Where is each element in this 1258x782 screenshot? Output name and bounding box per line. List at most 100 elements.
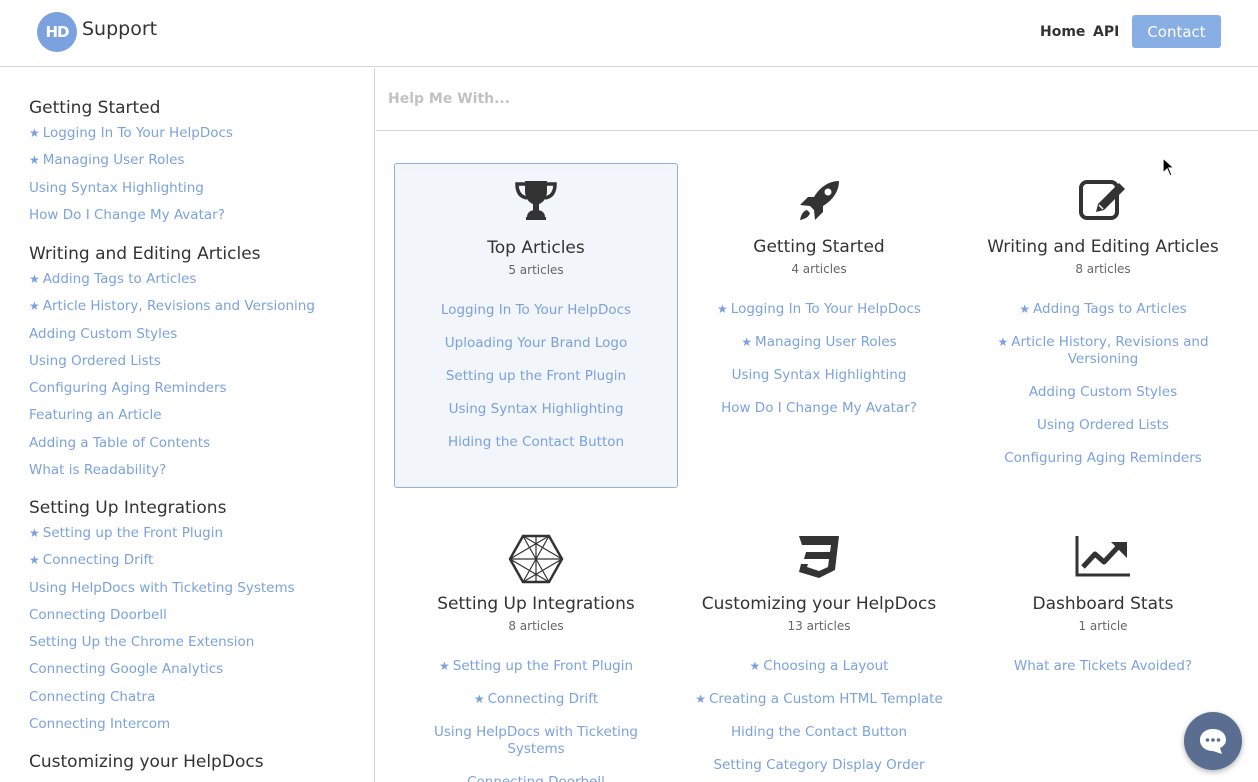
sidebar-article-link[interactable]: ★ Article History, Revisions and Versioni… — [29, 293, 359, 320]
sidebar-article-link[interactable]: Setting Up the Chrome Extension — [29, 629, 359, 656]
sidebar-article-label: Connecting Drift — [42, 552, 154, 569]
card-article-link[interactable]: ★ Logging In To Your HelpDocs — [677, 293, 961, 326]
sidebar-article-link[interactable]: Using Syntax Highlighting — [29, 175, 359, 202]
star-icon: ★ — [29, 526, 40, 540]
card-article-label: Using Syntax Highlighting — [731, 367, 907, 383]
card-article-count: 8 articles — [1075, 262, 1131, 276]
card-article-label: Uploading Your Brand Logo — [444, 335, 628, 351]
sidebar-article-link[interactable]: Adding a Table of Contents — [29, 430, 359, 457]
sidebar-article-link[interactable]: Using Ordered Lists — [29, 348, 359, 375]
card-article-link[interactable]: Logging In To Your HelpDocs — [395, 294, 677, 327]
helpdocs-logo[interactable]: HD — [37, 12, 77, 52]
card-article-label: Setting Category Display Order — [713, 757, 925, 773]
card-article-link[interactable]: ★ Choosing a Layout — [677, 650, 961, 683]
card-article-count: 13 articles — [787, 619, 851, 633]
card-title[interactable]: Customizing your HelpDocs — [677, 592, 961, 616]
card-article-link[interactable]: Using Syntax Highlighting — [677, 359, 961, 392]
contact-button[interactable]: Contact — [1132, 15, 1221, 48]
card-article-link[interactable]: ★ Adding Tags to Articles — [961, 293, 1245, 326]
card-article-link[interactable]: ★ Article History, Revisions and Versioni… — [961, 326, 1245, 376]
sidebar-section-title[interactable]: Customizing your HelpDocs — [29, 750, 359, 774]
card-article-link[interactable]: Adding Custom Styles — [961, 376, 1245, 409]
sidebar-article-link[interactable]: Connecting Google Analytics — [29, 656, 359, 683]
card-article-link[interactable]: Hiding the Contact Button — [677, 716, 961, 749]
card-article-link[interactable]: Connecting Doorbell — [394, 766, 678, 782]
card-article-link[interactable]: Uploading Your Brand Logo — [395, 327, 677, 360]
sidebar-article-link[interactable]: Configuring Aging Reminders — [29, 375, 359, 402]
brand-name[interactable]: Support — [82, 18, 157, 40]
sidebar-article-link[interactable]: What is Readability? — [29, 457, 359, 484]
card-article-link[interactable]: Using Syntax Highlighting — [395, 393, 677, 426]
category-card-dashboard-stats[interactable]: Dashboard Stats 1 article What are Tickets… — [961, 520, 1245, 683]
card-article-label: Logging In To Your HelpDocs — [730, 301, 921, 317]
nav-api-link[interactable]: API — [1093, 24, 1119, 40]
search-bar — [376, 68, 1258, 131]
card-article-label: Adding Tags to Articles — [1033, 301, 1187, 317]
star-icon: ★ — [29, 299, 40, 314]
card-article-link[interactable]: ★ Connecting Drift — [394, 683, 678, 716]
category-card-top-articles[interactable]: Top Articles 5 articles Logging In To Your… — [394, 163, 678, 488]
sidebar-section-title[interactable]: Getting Started — [29, 96, 359, 120]
sidebar-article-link[interactable]: Featuring an Article — [29, 402, 359, 429]
sidebar-article-link[interactable]: ★ Logging In To Your HelpDocs — [29, 120, 359, 147]
sidebar-section-title[interactable]: Writing and Editing Articles — [29, 242, 359, 266]
sidebar-article-label: Connecting Intercom — [29, 716, 171, 733]
card-title[interactable]: Getting Started — [677, 235, 961, 259]
category-card-getting-started[interactable]: Getting Started 4 articles ★ Logging In To … — [677, 163, 961, 425]
sidebar-article-label: Using HelpDocs with Ticketing Systems — [29, 579, 295, 596]
css3-icon — [677, 534, 961, 592]
edit-icon — [961, 177, 1245, 235]
sidebar-article-label: Using Syntax Highlighting — [29, 179, 204, 196]
card-title[interactable]: Setting Up Integrations — [394, 592, 678, 616]
card-article-link[interactable]: Hiding the Contact Button — [395, 426, 677, 459]
sidebar-article-label: Featuring an Article — [29, 407, 162, 424]
sidebar-article-link[interactable]: ★ Setting up the Front Plugin — [29, 520, 359, 547]
card-article-label: Managing User Roles — [755, 334, 897, 350]
sidebar-article-label: Article History, Revisions and Versionin… — [42, 298, 315, 315]
category-card-writing-editing[interactable]: Writing and Editing Articles 8 articles ★ A… — [961, 163, 1245, 475]
card-article-count: 4 articles — [791, 262, 847, 276]
sidebar-article-link[interactable]: ★ Connecting Drift — [29, 547, 359, 574]
sidebar-article-label: Using Ordered Lists — [29, 352, 161, 369]
sidebar-article-link[interactable]: Connecting Intercom — [29, 711, 359, 738]
card-article-link[interactable]: Configuring Aging Reminders — [961, 442, 1245, 475]
card-article-link[interactable]: ★ Setting up the Front Plugin — [394, 650, 678, 683]
sidebar-article-label: Connecting Chatra — [29, 688, 156, 705]
category-card-integrations[interactable]: Setting Up Integrations 8 articles ★ Settin… — [394, 520, 678, 782]
sidebar-article-link[interactable]: Using HelpDocs with Ticketing Systems — [29, 575, 359, 602]
star-icon: ★ — [438, 659, 450, 673]
card-article-link[interactable]: Setting Category Display Order — [677, 749, 961, 782]
card-title[interactable]: Top Articles — [395, 236, 677, 260]
hexagon-network-icon — [394, 534, 678, 592]
sidebar-article-link[interactable]: ★ Managing User Roles — [29, 147, 359, 174]
card-article-label: Using Syntax Highlighting — [448, 401, 624, 417]
sidebar-section-title[interactable]: Setting Up Integrations — [29, 496, 359, 520]
nav-home-link[interactable]: Home — [1040, 24, 1085, 40]
sidebar-article-label: How Do I Change My Avatar? — [29, 206, 225, 223]
sidebar-article-link[interactable]: Connecting Doorbell — [29, 602, 359, 629]
sidebar-article-label: Logging In To Your HelpDocs — [42, 125, 233, 141]
star-icon: ★ — [997, 335, 1009, 349]
top-header: HD Support Home API Contact — [0, 0, 1258, 67]
category-card-customizing[interactable]: Customizing your HelpDocs 13 articles ★ Cho… — [677, 520, 961, 782]
mouse-cursor-icon — [1162, 157, 1176, 177]
card-title[interactable]: Writing and Editing Articles — [961, 235, 1245, 259]
card-article-link[interactable]: ★ Creating a Custom HTML Template — [677, 683, 961, 716]
card-article-label: Article History, Revisions and Versionin… — [1011, 334, 1209, 367]
sidebar-article-link[interactable]: How Do I Change My Avatar? — [29, 202, 359, 229]
card-article-label: How Do I Change My Avatar? — [721, 400, 917, 416]
card-title[interactable]: Dashboard Stats — [961, 592, 1245, 616]
card-article-link[interactable]: Using Ordered Lists — [961, 409, 1245, 442]
sidebar-article-link[interactable]: Connecting Chatra — [29, 684, 359, 711]
sidebar-section: Customizing your HelpDocs — [29, 750, 359, 774]
card-article-link[interactable]: ★ Managing User Roles — [677, 326, 961, 359]
sidebar-article-link[interactable]: Adding Custom Styles — [29, 321, 359, 348]
sidebar-article-link[interactable]: ★ Adding Tags to Articles — [29, 266, 359, 293]
chat-widget-button[interactable] — [1184, 712, 1242, 770]
search-input[interactable] — [388, 86, 1088, 112]
main-content: Top Articles 5 articles Logging In To Your… — [376, 68, 1258, 782]
card-article-link[interactable]: Setting up the Front Plugin — [395, 360, 677, 393]
card-article-link[interactable]: How Do I Change My Avatar? — [677, 392, 961, 425]
card-article-link[interactable]: Using HelpDocs with Ticketing Systems — [394, 716, 678, 766]
card-article-link[interactable]: What are Tickets Avoided? — [961, 650, 1245, 683]
